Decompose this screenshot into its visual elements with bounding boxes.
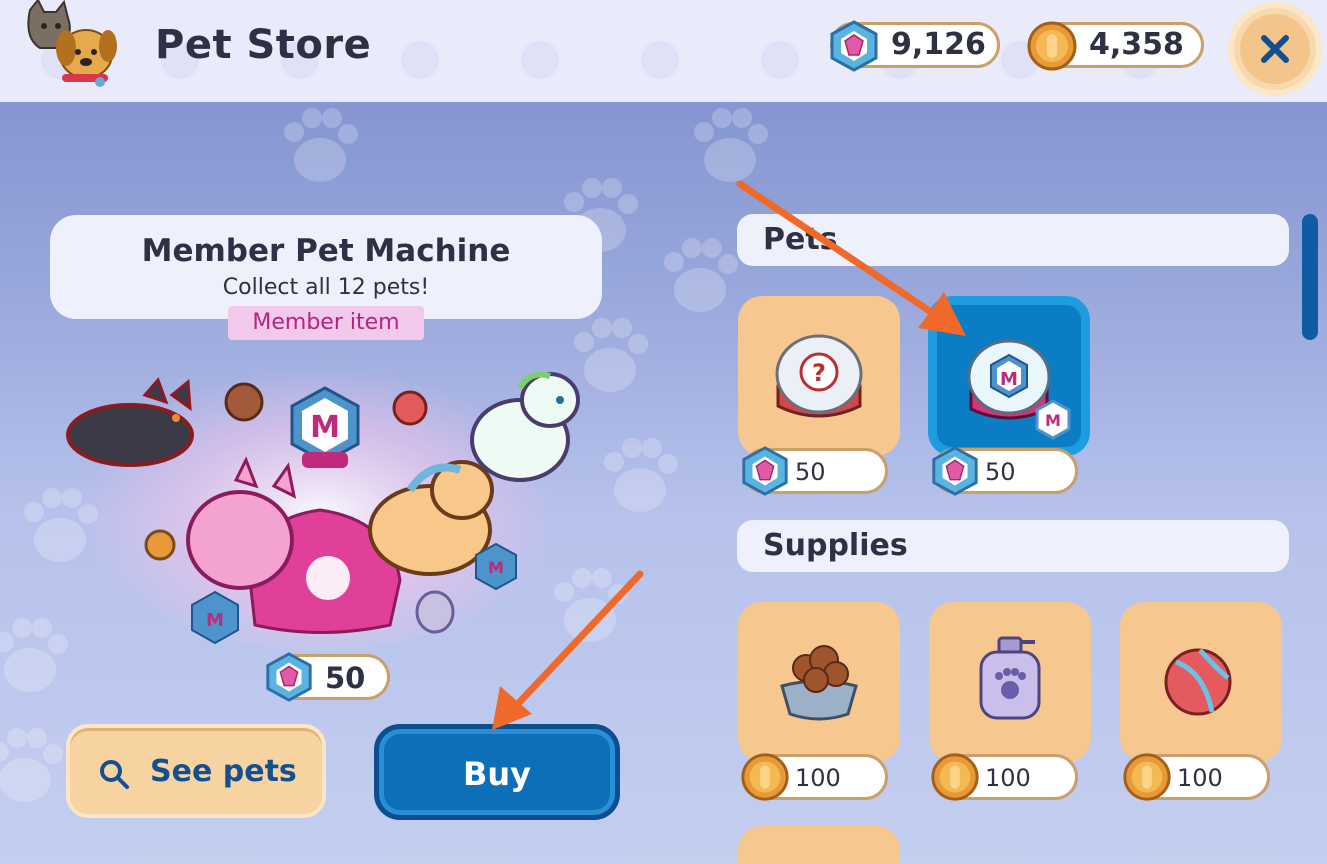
member-capsule-icon: M M: [967, 339, 1071, 440]
featured-subtitle: Collect all 12 pets!: [222, 275, 430, 300]
item-card-partial[interactable]: [738, 826, 900, 864]
coin-balance: 4,358: [1027, 21, 1204, 71]
featured-price-value: 50: [325, 661, 366, 695]
pet-store-logo-icon: [27, 0, 117, 87]
svg-text:M: M: [1000, 369, 1018, 390]
svg-text:M: M: [1045, 411, 1061, 430]
section-header-supplies: Supplies: [737, 520, 1289, 572]
scrollbar-thumb[interactable]: [1302, 214, 1318, 340]
gem-icon: [830, 20, 878, 72]
section-label-pets: Pets: [763, 222, 838, 257]
item-card-pet-shampoo[interactable]: [929, 602, 1091, 762]
svg-text:M: M: [310, 410, 340, 445]
page-title: Pet Store: [155, 22, 372, 68]
item-price-value: 100: [795, 764, 841, 792]
mystery-capsule-icon: ?: [775, 334, 863, 418]
coin-count: 4,358: [1089, 27, 1184, 62]
coin-icon: [1123, 753, 1171, 801]
gem-icon: [742, 446, 788, 496]
section-label-supplies: Supplies: [763, 528, 908, 563]
item-price-pet-shampoo: 100: [931, 753, 1078, 801]
coin-icon: [1027, 21, 1077, 71]
item-price-value: 50: [795, 458, 826, 486]
close-button[interactable]: [1228, 2, 1322, 96]
ball-icon: [1164, 648, 1232, 716]
item-price-value: 50: [985, 458, 1016, 486]
gem-icon: [266, 652, 312, 702]
item-price-mystery-capsule: 50: [742, 446, 888, 496]
item-card-toy-ball[interactable]: [1120, 602, 1282, 762]
item-price-value: 100: [1177, 764, 1223, 792]
member-pet-machine-illustration: M M M: [66, 350, 580, 650]
item-card-mystery-capsule[interactable]: ?: [738, 296, 900, 456]
section-header-pets: Pets: [737, 214, 1289, 266]
see-pets-label: See pets: [150, 754, 297, 789]
item-card-pet-food-bowl[interactable]: [738, 602, 900, 762]
item-price-toy-ball: 100: [1123, 753, 1270, 801]
svg-text:M: M: [488, 558, 504, 577]
gem-balance: 9,126: [830, 20, 1000, 72]
gem-count: 9,126: [891, 27, 986, 62]
featured-price: 50: [266, 652, 390, 702]
svg-text:?: ?: [812, 359, 826, 387]
buy-button[interactable]: Buy: [374, 724, 620, 820]
featured-title: Member Pet Machine: [141, 233, 511, 269]
coin-icon: [741, 753, 789, 801]
gem-icon: [932, 446, 978, 496]
search-icon: [100, 760, 129, 789]
coin-icon: [931, 753, 979, 801]
item-card-member-capsule[interactable]: M M: [928, 296, 1090, 456]
member-item-badge: Member item: [228, 306, 424, 340]
close-icon: [1261, 35, 1289, 63]
svg-text:M: M: [206, 610, 224, 631]
see-pets-button[interactable]: See pets: [66, 724, 326, 818]
top-bar: Pet Store 9,126 4,358: [0, 0, 1327, 102]
buy-label: Buy: [462, 755, 532, 793]
item-price-member-capsule: 50: [932, 446, 1078, 496]
item-price-pet-food-bowl: 100: [741, 753, 888, 801]
shampoo-bottle-icon: [979, 636, 1041, 720]
featured-info-card: Member Pet Machine Collect all 12 pets!: [50, 215, 602, 319]
food-bowl-icon: [780, 645, 858, 721]
item-price-value: 100: [985, 764, 1031, 792]
